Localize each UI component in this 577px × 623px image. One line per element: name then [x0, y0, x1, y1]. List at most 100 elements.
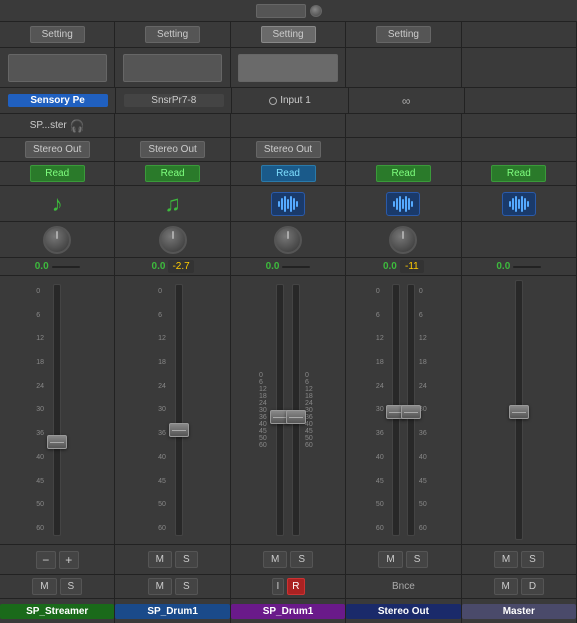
- channel-label-cell-5: Master: [462, 599, 577, 623]
- mute-button-1[interactable]: M: [148, 551, 172, 568]
- monitor-cell-3: [231, 114, 346, 137]
- monitor-cell-5: [462, 114, 577, 137]
- channel-label-1[interactable]: SP_Streamer: [0, 604, 114, 619]
- music-icon-2[interactable]: ♫: [164, 191, 181, 217]
- input-label-3: Input 1: [269, 95, 311, 106]
- mute-button-master[interactable]: M: [494, 578, 518, 595]
- output-cell-1: Stereo Out: [0, 138, 115, 161]
- channel-label-3[interactable]: SP_Drum1: [231, 604, 345, 619]
- pan-cell-4: [346, 222, 461, 257]
- pan-val-2a: 0.0: [152, 261, 166, 272]
- fader-cell-1: 0 6 12 18 24 30 36 40 45 50 60: [0, 276, 115, 544]
- settings-row: Setting Setting Setting Setting: [0, 22, 577, 48]
- record-button[interactable]: R: [287, 578, 304, 595]
- channel-label-2[interactable]: SP_Drum1: [115, 604, 229, 619]
- plugin-cell-2: [115, 48, 230, 87]
- plugin-cell-5: [462, 48, 577, 87]
- pan-knob-2[interactable]: [159, 226, 187, 254]
- icon-cell-4: [346, 186, 461, 221]
- pan-val-3a: 0.0: [266, 261, 280, 272]
- setting-button-1[interactable]: Setting: [30, 26, 85, 43]
- output-button-3[interactable]: Stereo Out: [256, 141, 321, 158]
- input-button[interactable]: I: [272, 578, 285, 595]
- minus-button[interactable]: −: [36, 551, 56, 569]
- waveform-icon-1[interactable]: [271, 192, 305, 216]
- read-button-1[interactable]: Read: [30, 165, 85, 182]
- read-cell-2: Read: [115, 162, 230, 185]
- solo-button-2[interactable]: S: [290, 551, 313, 568]
- channel-name-1[interactable]: Sensory Pe: [8, 94, 108, 107]
- waveform-icon-2[interactable]: [386, 192, 420, 216]
- pan-val-5b: [513, 266, 541, 268]
- pan-cell-2: [115, 222, 230, 257]
- mute-button-ch1[interactable]: M: [32, 578, 56, 595]
- read-row: Read Read Read Read Read: [0, 162, 577, 186]
- mute-button-4[interactable]: M: [494, 551, 518, 568]
- master-knob[interactable]: [310, 5, 322, 17]
- waveform-icon-3[interactable]: [502, 192, 536, 216]
- fader-handle-2[interactable]: [169, 423, 189, 437]
- read-cell-1: Read: [0, 162, 115, 185]
- channel-label-4[interactable]: Stereo Out: [346, 604, 460, 619]
- pan-cell-5: [462, 222, 577, 257]
- mute-button-3[interactable]: M: [378, 551, 402, 568]
- read-button-2[interactable]: Read: [145, 165, 200, 182]
- pan-knob-1[interactable]: [43, 226, 71, 254]
- channel-name-2[interactable]: SnsrPr7-8: [124, 94, 224, 107]
- fader-area: 0 6 12 18 24 30 36 40 45 50 60: [0, 276, 577, 545]
- read-button-3[interactable]: Read: [261, 165, 316, 182]
- output-button-1[interactable]: Stereo Out: [25, 141, 90, 158]
- panval-row: 0.0 0.0 -2.7 0.0 0.0 -11 0.0: [0, 258, 577, 276]
- output-button-2[interactable]: Stereo Out: [140, 141, 205, 158]
- mute-button-2[interactable]: M: [263, 551, 287, 568]
- fader-handle-3b[interactable]: [286, 410, 306, 424]
- solo-button-3[interactable]: S: [406, 551, 429, 568]
- input-dot: [269, 97, 277, 105]
- output-cell-5: [462, 138, 577, 161]
- solo-button-ch2[interactable]: S: [175, 578, 198, 595]
- channel-label-cell-3: SP_Drum1: [231, 599, 346, 623]
- pan-val-4a: 0.0: [383, 261, 397, 272]
- top-bar: [0, 0, 577, 22]
- pan-val-4b: -11: [400, 260, 424, 273]
- fader-handle-4b[interactable]: [401, 405, 421, 419]
- setting-button-2[interactable]: Setting: [145, 26, 200, 43]
- solo-button-ch1[interactable]: S: [60, 578, 83, 595]
- music-icon-1[interactable]: ♪: [52, 191, 63, 217]
- read-button-5[interactable]: Read: [491, 165, 546, 182]
- setting-button-3[interactable]: Setting: [261, 26, 316, 43]
- solo-button-4[interactable]: S: [521, 551, 544, 568]
- icon-cell-5: [462, 186, 577, 221]
- bottom-ctrl-cell-1: − +: [0, 545, 115, 574]
- solo-button-1[interactable]: S: [175, 551, 198, 568]
- setting-cell-3: Setting: [231, 22, 346, 47]
- pan-val-1b: [52, 266, 80, 268]
- mute-button-ch2[interactable]: M: [148, 578, 172, 595]
- pan-knob-4[interactable]: [389, 226, 417, 254]
- plugin-slot-2[interactable]: [123, 54, 222, 82]
- fader-handle-1[interactable]: [47, 435, 67, 449]
- pan-cell-1: [0, 222, 115, 257]
- icon-row: ♪ ♫: [0, 186, 577, 222]
- d-button-master[interactable]: D: [521, 578, 544, 595]
- fader-handle-5[interactable]: [509, 405, 529, 419]
- pan-val-1a: 0.0: [35, 261, 49, 272]
- output-row: Stereo Out Stereo Out Stereo Out: [0, 138, 577, 162]
- fader-cell-5: [462, 276, 577, 544]
- channel-label-cell-1: SP_Streamer: [0, 599, 115, 623]
- setting-button-4[interactable]: Setting: [376, 26, 431, 43]
- plugin-slot-3[interactable]: [238, 54, 337, 82]
- monitor-cell-4: [346, 114, 461, 137]
- bounce-label: Bnce: [392, 581, 415, 592]
- bottom-controls-row-2: M S M S I R Bnce M D: [0, 575, 577, 599]
- pan-knob-3[interactable]: [274, 226, 302, 254]
- panval-cell-1: 0.0: [0, 258, 115, 275]
- read-button-4[interactable]: Read: [376, 165, 431, 182]
- plugin-slot-1[interactable]: [8, 54, 107, 82]
- bottom-ctrl-cell-2: M S: [115, 545, 230, 574]
- channel-label-5[interactable]: Master: [462, 604, 576, 619]
- channel-label-row: SP_Streamer SP_Drum1 SP_Drum1 Stereo Out…: [0, 599, 577, 623]
- plus-button[interactable]: +: [59, 551, 79, 569]
- instrument-cell-2: SnsrPr7-8: [116, 88, 232, 113]
- read-cell-4: Read: [346, 162, 461, 185]
